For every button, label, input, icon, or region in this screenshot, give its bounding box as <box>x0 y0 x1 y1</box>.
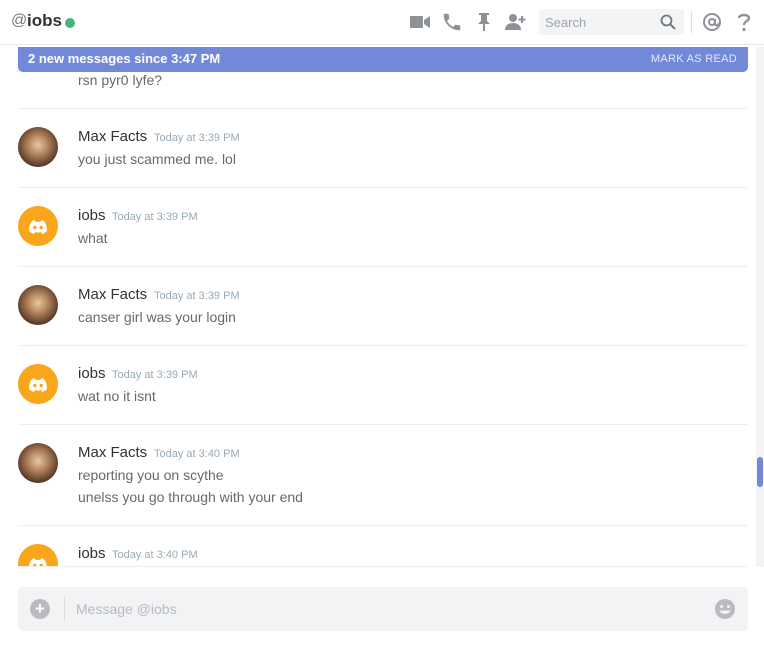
message-text: you just scammed me. lol <box>78 151 236 167</box>
message-author[interactable]: Max Facts <box>78 444 147 461</box>
help-icon[interactable] <box>733 11 755 33</box>
message-list[interactable]: rsn pyr0 lyfe? Max Facts Today at 3:39 P… <box>0 47 756 567</box>
voice-call-icon[interactable] <box>441 11 463 33</box>
message-text: wat no it isnt <box>78 388 156 404</box>
composer-divider <box>64 597 65 621</box>
emoji-icon[interactable] <box>714 598 736 620</box>
message-text: canser girl was your login <box>78 309 236 325</box>
online-status-dot <box>65 18 75 28</box>
scrollbar-track[interactable] <box>756 47 764 567</box>
message-timestamp: Today at 3:39 PM <box>154 290 240 302</box>
message-timestamp: Today at 3:39 PM <box>112 211 198 223</box>
message-divider <box>18 266 748 267</box>
message-timestamp: Today at 3:39 PM <box>112 369 198 381</box>
channel-header: @ iobs <box>0 0 764 45</box>
message-divider <box>18 187 748 188</box>
message-text: reporting you on scythe <box>78 467 224 483</box>
message-divider <box>18 566 748 567</box>
discord-logo-icon <box>29 220 47 234</box>
message-divider <box>18 345 748 346</box>
channel-name: iobs <box>27 11 62 30</box>
video-call-icon[interactable] <box>409 11 431 33</box>
at-icon: @ <box>11 12 28 29</box>
discord-logo-icon <box>29 378 47 392</box>
message-timestamp: Today at 3:40 PM <box>154 448 240 460</box>
message-timestamp: Today at 3:39 PM <box>154 132 240 144</box>
avatar[interactable] <box>18 285 58 325</box>
message-composer: + <box>18 587 748 631</box>
avatar[interactable] <box>18 127 58 167</box>
message-author[interactable]: Max Facts <box>78 286 147 303</box>
message-divider <box>18 424 748 425</box>
message-timestamp: Today at 3:40 PM <box>112 549 198 561</box>
search-input[interactable] <box>539 9 649 35</box>
new-messages-text: 2 new messages since 3:47 PM <box>28 51 221 66</box>
message-input[interactable] <box>76 597 676 621</box>
message-text: rsn pyr0 lyfe? <box>78 72 163 88</box>
avatar[interactable] <box>18 544 58 567</box>
avatar[interactable] <box>18 443 58 483</box>
header-divider <box>691 11 692 33</box>
mention-icon[interactable] <box>701 11 723 33</box>
message-author[interactable]: iobs <box>78 365 106 382</box>
discord-logo-icon <box>29 558 47 567</box>
message-author[interactable]: iobs <box>78 545 106 562</box>
avatar[interactable] <box>18 364 58 404</box>
pin-icon[interactable] <box>473 11 495 33</box>
message-author[interactable]: iobs <box>78 207 106 224</box>
search-box[interactable] <box>539 9 684 35</box>
upload-plus-icon[interactable]: + <box>30 599 50 619</box>
message-text: what <box>78 230 108 246</box>
new-messages-banner[interactable]: 2 new messages since 3:47 PM MARK AS REA… <box>18 47 748 72</box>
mark-as-read-button[interactable]: MARK AS READ <box>651 53 737 65</box>
search-icon[interactable] <box>660 14 676 30</box>
message-divider <box>18 108 748 109</box>
message-text: unelss you go through with your end <box>78 489 303 505</box>
avatar[interactable] <box>18 206 58 246</box>
message-author[interactable]: Max Facts <box>78 128 147 145</box>
scrollbar-thumb[interactable] <box>757 457 763 487</box>
add-friend-icon[interactable] <box>504 11 526 33</box>
message-divider <box>18 525 748 526</box>
